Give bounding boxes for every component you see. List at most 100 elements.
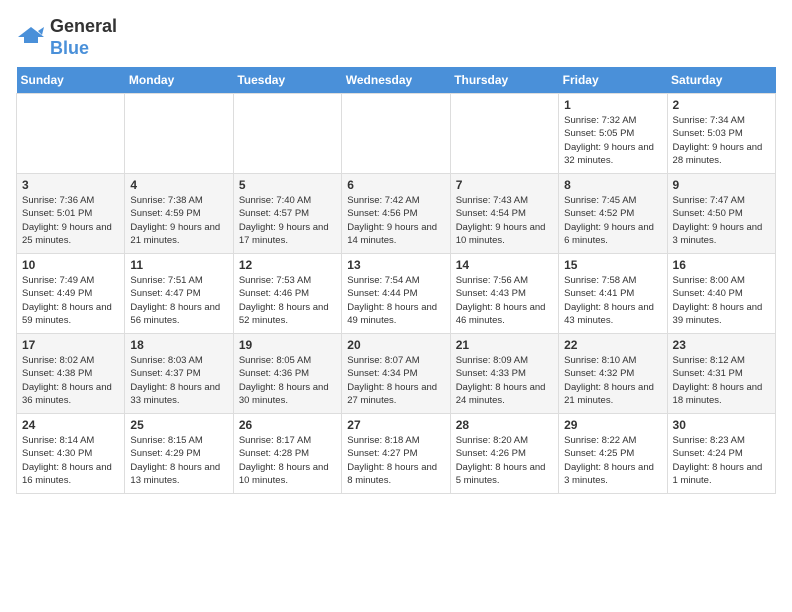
- day-info: Sunrise: 8:17 AM Sunset: 4:28 PM Dayligh…: [239, 434, 336, 487]
- day-info: Sunrise: 8:02 AM Sunset: 4:38 PM Dayligh…: [22, 354, 119, 407]
- day-number: 10: [22, 258, 119, 272]
- day-header-wednesday: Wednesday: [342, 67, 450, 94]
- calendar-cell: 6 Sunrise: 7:42 AM Sunset: 4:56 PM Daylig…: [342, 174, 450, 254]
- calendar-cell: 24 Sunrise: 8:14 AM Sunset: 4:30 PM Dayli…: [17, 414, 125, 494]
- calendar-week-row: 17Sunrise: 8:02 AM Sunset: 4:38 PM Dayli…: [17, 334, 776, 414]
- day-info: Sunrise: 7:53 AM Sunset: 4:46 PM Dayligh…: [239, 274, 336, 327]
- calendar-cell: 18 Sunrise: 8:03 AM Sunset: 4:37 PM Dayli…: [125, 334, 233, 414]
- day-number: 25: [130, 418, 227, 432]
- day-info: Sunrise: 8:14 AM Sunset: 4:30 PM Dayligh…: [22, 434, 119, 487]
- day-info: Sunrise: 7:45 AM Sunset: 4:52 PM Dayligh…: [564, 194, 661, 247]
- day-number: 28: [456, 418, 553, 432]
- day-info: Sunrise: 7:51 AM Sunset: 4:47 PM Dayligh…: [130, 274, 227, 327]
- day-info: Sunrise: 8:03 AM Sunset: 4:37 PM Dayligh…: [130, 354, 227, 407]
- calendar-cell: 12Sunrise: 7:53 AM Sunset: 4:46 PM Dayli…: [233, 254, 341, 334]
- calendar-cell: [342, 94, 450, 174]
- day-number: 15: [564, 258, 661, 272]
- day-number: 3: [22, 178, 119, 192]
- day-info: Sunrise: 8:09 AM Sunset: 4:33 PM Dayligh…: [456, 354, 553, 407]
- day-number: 8: [564, 178, 661, 192]
- day-info: Sunrise: 7:47 AM Sunset: 4:50 PM Dayligh…: [673, 194, 770, 247]
- day-info: Sunrise: 8:15 AM Sunset: 4:29 PM Dayligh…: [130, 434, 227, 487]
- calendar-cell: 13 Sunrise: 7:54 AM Sunset: 4:44 PM Dayli…: [342, 254, 450, 334]
- day-number: 14: [456, 258, 553, 272]
- calendar-week-row: 3 Sunrise: 7:36 AM Sunset: 5:01 PM Daylig…: [17, 174, 776, 254]
- day-header-friday: Friday: [559, 67, 667, 94]
- day-number: 18: [130, 338, 227, 352]
- day-number: 5: [239, 178, 336, 192]
- day-info: Sunrise: 8:22 AM Sunset: 4:25 PM Dayligh…: [564, 434, 661, 487]
- day-info: Sunrise: 7:36 AM Sunset: 5:01 PM Dayligh…: [22, 194, 119, 247]
- calendar-cell: [125, 94, 233, 174]
- calendar-table: SundayMondayTuesdayWednesdayThursdayFrid…: [16, 67, 776, 494]
- day-header-thursday: Thursday: [450, 67, 558, 94]
- day-number: 20: [347, 338, 444, 352]
- day-number: 6: [347, 178, 444, 192]
- day-number: 23: [673, 338, 770, 352]
- day-number: 13: [347, 258, 444, 272]
- day-info: Sunrise: 8:23 AM Sunset: 4:24 PM Dayligh…: [673, 434, 770, 487]
- day-number: 2: [673, 98, 770, 112]
- calendar-cell: [233, 94, 341, 174]
- day-info: Sunrise: 7:34 AM Sunset: 5:03 PM Dayligh…: [673, 114, 770, 167]
- day-header-monday: Monday: [125, 67, 233, 94]
- calendar-cell: 3 Sunrise: 7:36 AM Sunset: 5:01 PM Daylig…: [17, 174, 125, 254]
- day-info: Sunrise: 7:38 AM Sunset: 4:59 PM Dayligh…: [130, 194, 227, 247]
- calendar-cell: 30Sunrise: 8:23 AM Sunset: 4:24 PM Dayli…: [667, 414, 775, 494]
- calendar-cell: 19 Sunrise: 8:05 AM Sunset: 4:36 PM Dayli…: [233, 334, 341, 414]
- logo-icon: [16, 23, 46, 53]
- day-info: Sunrise: 7:58 AM Sunset: 4:41 PM Dayligh…: [564, 274, 661, 327]
- day-number: 29: [564, 418, 661, 432]
- calendar-cell: 21 Sunrise: 8:09 AM Sunset: 4:33 PM Dayli…: [450, 334, 558, 414]
- calendar-cell: 16 Sunrise: 8:00 AM Sunset: 4:40 PM Dayli…: [667, 254, 775, 334]
- calendar-week-row: 1 Sunrise: 7:32 AM Sunset: 5:05 PM Daylig…: [17, 94, 776, 174]
- day-number: 7: [456, 178, 553, 192]
- day-header-tuesday: Tuesday: [233, 67, 341, 94]
- calendar-cell: 20 Sunrise: 8:07 AM Sunset: 4:34 PM Dayli…: [342, 334, 450, 414]
- day-info: Sunrise: 8:07 AM Sunset: 4:34 PM Dayligh…: [347, 354, 444, 407]
- calendar-cell: 26 Sunrise: 8:17 AM Sunset: 4:28 PM Dayli…: [233, 414, 341, 494]
- day-number: 4: [130, 178, 227, 192]
- day-info: Sunrise: 8:20 AM Sunset: 4:26 PM Dayligh…: [456, 434, 553, 487]
- day-info: Sunrise: 8:10 AM Sunset: 4:32 PM Dayligh…: [564, 354, 661, 407]
- calendar-cell: 10 Sunrise: 7:49 AM Sunset: 4:49 PM Dayli…: [17, 254, 125, 334]
- calendar-cell: 2 Sunrise: 7:34 AM Sunset: 5:03 PM Daylig…: [667, 94, 775, 174]
- calendar-cell: 25 Sunrise: 8:15 AM Sunset: 4:29 PM Dayli…: [125, 414, 233, 494]
- calendar-cell: 23 Sunrise: 8:12 AM Sunset: 4:31 PM Dayli…: [667, 334, 775, 414]
- day-number: 9: [673, 178, 770, 192]
- day-header-sunday: Sunday: [17, 67, 125, 94]
- day-info: Sunrise: 8:12 AM Sunset: 4:31 PM Dayligh…: [673, 354, 770, 407]
- calendar-cell: 5Sunrise: 7:40 AM Sunset: 4:57 PM Daylig…: [233, 174, 341, 254]
- day-info: Sunrise: 7:54 AM Sunset: 4:44 PM Dayligh…: [347, 274, 444, 327]
- day-info: Sunrise: 7:32 AM Sunset: 5:05 PM Dayligh…: [564, 114, 661, 167]
- day-number: 1: [564, 98, 661, 112]
- day-number: 22: [564, 338, 661, 352]
- day-number: 16: [673, 258, 770, 272]
- calendar-week-row: 10 Sunrise: 7:49 AM Sunset: 4:49 PM Dayli…: [17, 254, 776, 334]
- calendar-cell: 17Sunrise: 8:02 AM Sunset: 4:38 PM Dayli…: [17, 334, 125, 414]
- day-number: 19: [239, 338, 336, 352]
- day-header-saturday: Saturday: [667, 67, 775, 94]
- day-info: Sunrise: 7:56 AM Sunset: 4:43 PM Dayligh…: [456, 274, 553, 327]
- calendar-cell: 9 Sunrise: 7:47 AM Sunset: 4:50 PM Daylig…: [667, 174, 775, 254]
- calendar-cell: 27Sunrise: 8:18 AM Sunset: 4:27 PM Dayli…: [342, 414, 450, 494]
- day-number: 21: [456, 338, 553, 352]
- calendar-cell: 15 Sunrise: 7:58 AM Sunset: 4:41 PM Dayli…: [559, 254, 667, 334]
- calendar-cell: 1 Sunrise: 7:32 AM Sunset: 5:05 PM Daylig…: [559, 94, 667, 174]
- page-header: General Blue: [16, 16, 776, 59]
- calendar-cell: 22 Sunrise: 8:10 AM Sunset: 4:32 PM Dayli…: [559, 334, 667, 414]
- logo-text: General Blue: [50, 16, 117, 59]
- calendar-cell: [450, 94, 558, 174]
- day-info: Sunrise: 7:49 AM Sunset: 4:49 PM Dayligh…: [22, 274, 119, 327]
- calendar-cell: 4 Sunrise: 7:38 AM Sunset: 4:59 PM Daylig…: [125, 174, 233, 254]
- day-info: Sunrise: 8:05 AM Sunset: 4:36 PM Dayligh…: [239, 354, 336, 407]
- day-number: 26: [239, 418, 336, 432]
- calendar-header-row: SundayMondayTuesdayWednesdayThursdayFrid…: [17, 67, 776, 94]
- day-info: Sunrise: 8:00 AM Sunset: 4:40 PM Dayligh…: [673, 274, 770, 327]
- calendar-cell: 8 Sunrise: 7:45 AM Sunset: 4:52 PM Daylig…: [559, 174, 667, 254]
- calendar-cell: 14 Sunrise: 7:56 AM Sunset: 4:43 PM Dayli…: [450, 254, 558, 334]
- calendar-week-row: 24 Sunrise: 8:14 AM Sunset: 4:30 PM Dayli…: [17, 414, 776, 494]
- day-number: 24: [22, 418, 119, 432]
- day-info: Sunrise: 7:43 AM Sunset: 4:54 PM Dayligh…: [456, 194, 553, 247]
- day-info: Sunrise: 7:42 AM Sunset: 4:56 PM Dayligh…: [347, 194, 444, 247]
